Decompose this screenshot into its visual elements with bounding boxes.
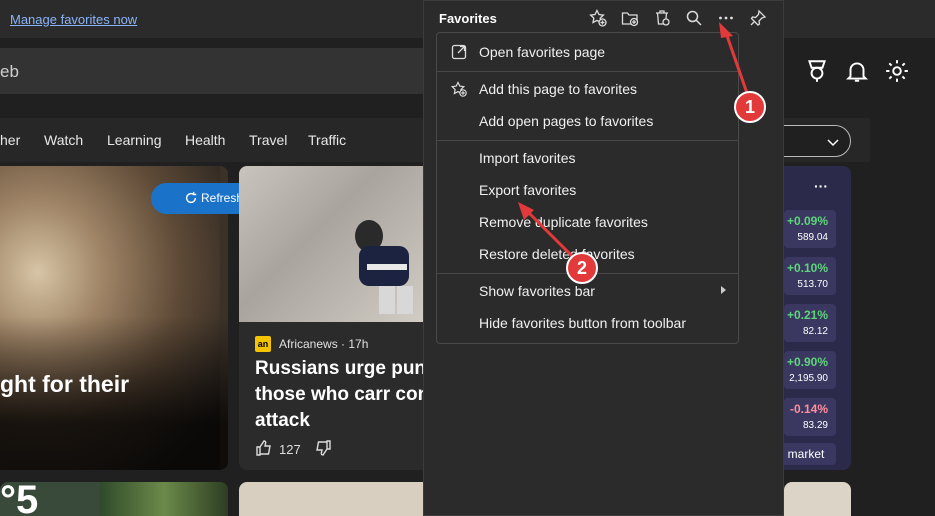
story-tile-right[interactable] [784,482,851,516]
nav-item-traffic[interactable]: Traffic [308,132,346,148]
more-options-icon[interactable] [717,9,735,27]
story-photo-figure [355,220,413,314]
search-icon[interactable] [685,9,703,27]
search-box[interactable]: eb [0,48,440,94]
settings-gear-icon[interactable] [884,58,910,84]
pin-icon[interactable] [749,9,767,27]
see-market-button[interactable]: market [784,443,836,465]
menu-item-open-favorites-page[interactable]: Open favorites page [437,37,738,67]
like-count: 127 [279,442,301,457]
star-add-icon [450,81,467,97]
annotation-badge-2: 2 [566,252,598,284]
nav-item-health[interactable]: Health [185,132,225,148]
nav-item-learning[interactable]: Learning [107,132,162,148]
refresh-icon [185,191,197,204]
notifications-bell-icon[interactable] [844,58,870,84]
nav-item-watch[interactable]: Watch [44,132,83,148]
favorites-more-menu: Open favorites page Add this page to fav… [436,32,739,344]
manage-favorites-icon[interactable] [653,9,671,27]
source-logo: an [255,336,271,352]
add-folder-icon[interactable] [621,9,639,27]
market-quote[interactable]: +0.10% 513.70 [784,257,836,295]
menu-item-import-favorites[interactable]: Import favorites [437,143,738,173]
search-query: eb [0,62,19,81]
rewards-icon[interactable] [804,58,830,84]
manage-favorites-link[interactable]: Manage favorites now [10,12,137,27]
add-to-favorites-icon[interactable] [589,9,607,27]
menu-divider [437,71,738,72]
temperature-text: °5 [0,482,39,516]
menu-item-export-favorites[interactable]: Export favorites [437,175,738,205]
market-more-icon[interactable]: ··· [814,178,828,194]
menu-item-add-this-page[interactable]: Add this page to favorites [437,74,738,104]
menu-item-remove-duplicates[interactable]: Remove duplicate favorites [437,207,738,237]
thumbs-down-icon[interactable] [314,439,332,457]
nav-item-weather[interactable]: her [0,132,20,148]
market-quote[interactable]: +0.21% 82.12 [784,304,836,342]
story-card[interactable]: an Africanews · 17h Russians urge puni f… [239,166,439,470]
thumbs-up-icon[interactable] [255,439,273,457]
weather-tile[interactable]: °5 [0,482,228,516]
menu-item-hide-favorites-button[interactable]: Hide favorites button from toolbar [437,308,738,338]
nav-item-travel[interactable]: Travel [249,132,287,148]
story-source: Africanews · 17h [279,337,369,351]
submenu-arrow-icon [721,286,726,294]
open-external-icon [451,44,467,60]
story-tile[interactable] [239,482,439,516]
market-widget: ··· +0.09% 589.04 +0.10% 513.70 +0.21% 8… [784,166,851,470]
favorites-title: Favorites [439,11,497,26]
market-quote[interactable]: -0.14% 83.29 [784,398,836,436]
menu-divider [437,140,738,141]
market-quote[interactable]: +0.90% 2,195.90 [784,351,836,389]
annotation-badge-1: 1 [734,91,766,123]
favorites-header: Favorites [424,1,783,35]
chevron-down-icon [827,139,839,147]
market-quote[interactable]: +0.09% 589.04 [784,210,836,248]
hero-headline: ght for their [0,371,130,397]
menu-item-add-open-pages[interactable]: Add open pages to favorites [437,106,738,136]
story-title[interactable]: Russians urge puni for those who carr co… [255,356,439,434]
